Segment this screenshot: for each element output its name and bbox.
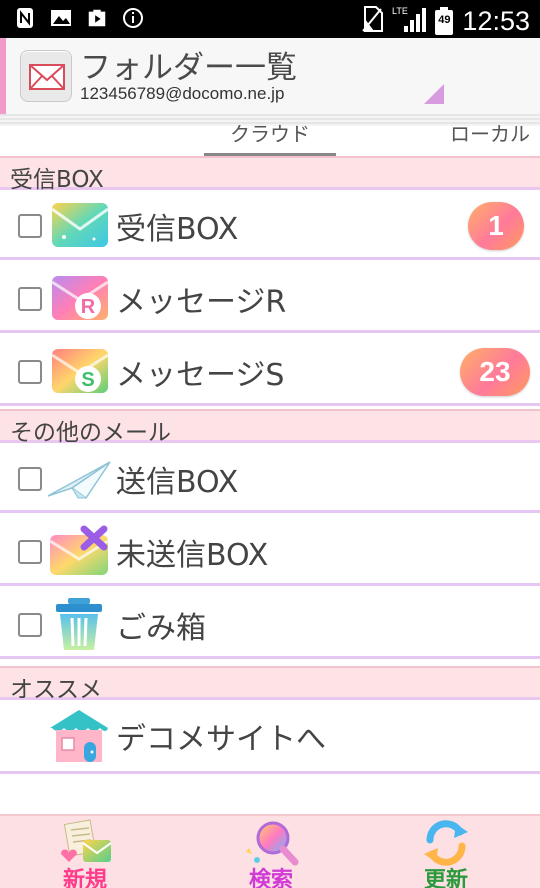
message-s-icon: S [48,345,112,397]
section-title: 受信BOX [10,167,104,193]
no-sim-icon [360,5,384,37]
svg-text:LTE: LTE [392,6,408,16]
refresh-button[interactable]: 更新 [386,816,506,888]
search-label: 検索 [248,868,293,888]
section-header-recommended: オススメ [0,666,540,703]
folder-row-message-r[interactable]: R メッセージR [0,263,540,333]
folder-label: ごみ箱 [116,611,206,646]
app-header: フォルダー一覧 123456789@docomo.ne.jp [0,38,540,114]
search-button[interactable]: 検索 [211,816,331,888]
trash-icon [48,598,112,650]
account-address[interactable]: 123456789@docomo.ne.jp [80,84,284,104]
folder-row-unsent[interactable]: 未送信BOX [0,516,540,586]
dropdown-corner-icon[interactable] [424,84,444,104]
section-header-inbox: 受信BOX [0,156,540,193]
nfc-icon [14,6,36,30]
folder-label: メッセージS [116,358,285,393]
folder-label: メッセージR [116,285,287,320]
battery-icon: 49 [434,6,454,36]
folder-row-deco-site[interactable]: デコメサイトへ [0,700,540,774]
play-store-icon [86,6,108,30]
message-r-icon: R [48,272,112,324]
battery-level: 49 [438,14,451,26]
folder-checkbox[interactable] [18,214,42,238]
mail-envelope-icon[interactable] [20,50,72,102]
tab-local[interactable]: ローカル [450,118,540,156]
svg-text:S: S [81,369,94,391]
unsent-envelope-icon [48,525,112,577]
section-title: その他のメール [10,420,171,446]
tab-bar: クラウド ローカル [0,118,540,156]
inbox-envelope-icon [48,199,112,251]
folder-checkbox[interactable] [18,287,42,311]
folder-label: デコメサイトへ [116,722,326,757]
page-title[interactable]: フォルダー一覧 [80,42,297,87]
section-title: オススメ [10,677,102,703]
unread-count-badge: 23 [460,348,530,396]
folder-checkbox[interactable] [18,613,42,637]
signal-icon: LTE [392,4,427,38]
folder-row-inbox[interactable]: 受信BOX 1 [0,190,540,260]
tab-cloud[interactable]: クラウド [204,118,336,156]
folder-label: 送信BOX [116,465,239,500]
house-icon [46,708,112,764]
refresh-icon [416,818,476,868]
unread-count-badge: 1 [468,202,524,250]
bottom-toolbar: 新規 検索 更新 [0,814,540,888]
folder-checkbox[interactable] [18,360,42,384]
svg-text:R: R [81,296,96,318]
folder-label: 受信BOX [116,212,239,247]
folder-row-sent[interactable]: 送信BOX [0,443,540,513]
section-header-other-mail: その他のメール [0,409,540,446]
folder-checkbox[interactable] [18,467,42,491]
new-mail-label: 新規 [62,868,107,888]
info-icon [122,6,144,30]
status-bar: LTE 49 12:53 [0,0,540,38]
new-mail-icon [55,818,115,868]
new-mail-button[interactable]: 新規 [25,816,145,888]
folder-label: 未送信BOX [116,538,269,573]
folder-checkbox[interactable] [18,540,42,564]
magnifier-icon [241,818,301,868]
folder-row-trash[interactable]: ごみ箱 [0,589,540,659]
image-icon [50,6,72,30]
folder-row-message-s[interactable]: S メッセージS 23 [0,336,540,406]
refresh-label: 更新 [423,868,468,888]
paper-plane-icon [47,452,112,504]
clock: 12:53 [462,6,530,36]
